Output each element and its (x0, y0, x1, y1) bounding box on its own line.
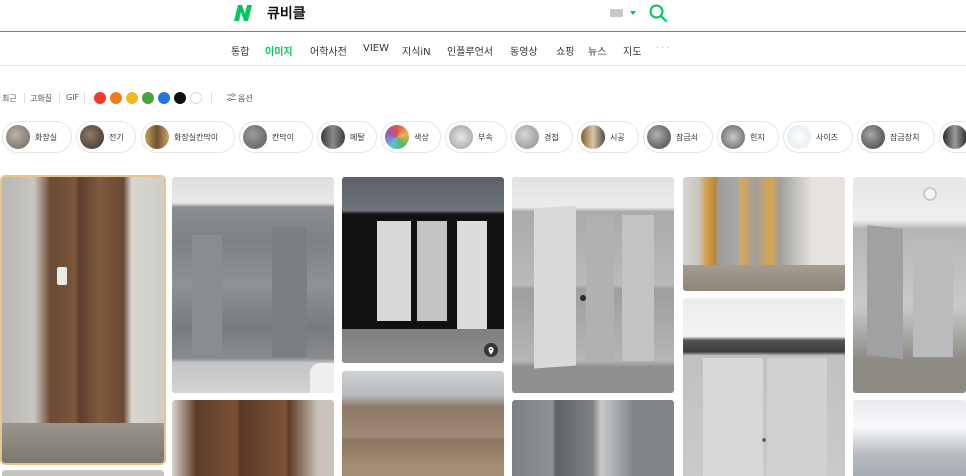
tab-total[interactable]: 통합 (231, 43, 249, 58)
image-result-white-cubicle[interactable] (683, 298, 845, 476)
options-icon[interactable] (227, 93, 236, 102)
color-filter-yellow[interactable] (126, 92, 138, 104)
chip-label: 화장실칸막이 (174, 133, 219, 142)
chip-label: 시공 (610, 133, 625, 142)
naver-logo-icon[interactable] (232, 3, 254, 23)
color-filter-white[interactable] (190, 92, 202, 104)
image-result-wood-cubicle-3[interactable] (342, 371, 504, 476)
search-icon[interactable] (648, 3, 668, 23)
image-result-partial-cubicle[interactable] (853, 400, 966, 476)
chip-thumbnail (243, 125, 267, 149)
chip-label: 색상 (414, 133, 429, 142)
chip-label: 부속 (478, 133, 493, 142)
chip-thumbnail (943, 125, 966, 149)
chip-lock[interactable]: 잠금장치 (857, 121, 935, 153)
tab-images[interactable]: 이미지 (265, 43, 293, 58)
chip-thumbnail (515, 125, 539, 149)
chip-label: 경첩 (544, 133, 559, 142)
color-filter-red[interactable] (94, 92, 106, 104)
tab-more-button[interactable]: ··· (656, 43, 672, 54)
image-result-wood-cubicle-2[interactable] (172, 400, 334, 476)
chip-label: 사이즈 (816, 133, 839, 142)
tab-influencer[interactable]: 인플루언서 (447, 43, 493, 58)
chip-thumbnail (80, 125, 104, 149)
image-result-gray-cubicle-4[interactable] (853, 177, 966, 393)
location-pin-icon (484, 343, 498, 357)
chip-label: 힌지 (750, 133, 765, 142)
image-result-dark-cubicle[interactable] (342, 177, 504, 363)
search-tabs: 통합 이미지 어학사전 VIEW 지식iN 인플루언서 동영상 쇼핑 뉴스 지도… (0, 33, 966, 66)
chip-thumbnail (449, 125, 473, 149)
chip-latch[interactable]: 잠금쇠 (643, 121, 713, 153)
chip-electric[interactable]: 전기 (76, 121, 136, 153)
filter-recent[interactable]: 최근 (2, 93, 17, 104)
filter-hd[interactable]: 고화질 (30, 93, 52, 104)
chevron-down-icon[interactable] (630, 11, 636, 15)
chip-label: 잠금쇠 (676, 133, 699, 142)
image-result-partial-1[interactable] (2, 470, 164, 476)
chip-metal[interactable]: 메탈 (317, 121, 377, 153)
image-result-gray-cubicle-1[interactable] (172, 177, 334, 393)
search-header: 큐비클 (0, 0, 966, 32)
chip-label: 전기 (109, 133, 124, 142)
divider (84, 93, 85, 103)
image-result-wood-cubicle-1[interactable] (2, 177, 164, 463)
color-filter-green[interactable] (142, 92, 154, 104)
search-query[interactable]: 큐비클 (267, 3, 306, 23)
chip-color[interactable]: 색상 (381, 121, 441, 153)
filter-bar: 최근 고화질 GIF 옵션 (0, 88, 966, 108)
image-result-gray-cubicle-2[interactable] (512, 177, 674, 393)
tab-dictionary[interactable]: 어학사전 (310, 43, 347, 58)
tab-map[interactable]: 지도 (623, 43, 641, 58)
chip-thumbnail (321, 125, 345, 149)
chip-install[interactable]: 시공 (577, 121, 639, 153)
chip-restroom[interactable]: 화장실 (2, 121, 72, 153)
tab-news[interactable]: 뉴스 (588, 43, 606, 58)
divider (24, 93, 25, 103)
chip-thumbnail (647, 125, 671, 149)
color-filter-blue[interactable] (158, 92, 170, 104)
chip-thumbnail (385, 125, 409, 149)
tab-view[interactable]: VIEW (363, 43, 389, 54)
tab-video[interactable]: 동영상 (510, 43, 538, 58)
image-result-yellow-wood-cubicle[interactable] (683, 177, 845, 291)
chip-parts[interactable]: 부속 (445, 121, 507, 153)
chip-thumbnail (6, 125, 30, 149)
chip-thumbnail (145, 125, 169, 149)
image-results-grid (0, 163, 966, 476)
chip-thumbnail (721, 125, 745, 149)
chip-partition[interactable]: 칸막이 (239, 121, 313, 153)
chip-hinge[interactable]: 힌지 (717, 121, 779, 153)
chip-label: 잠금장치 (890, 133, 920, 142)
divider (211, 93, 212, 103)
chip-label: 화장실 (35, 133, 58, 142)
tab-kin[interactable]: 지식iN (402, 43, 431, 58)
related-keyword-chips: 화장실 전기 화장실칸막이 칸막이 메탈 색상 부속 경첩 시공 잠금쇠 힌지 (0, 121, 966, 155)
chip-thumbnail (861, 125, 885, 149)
filter-options[interactable]: 옵션 (238, 93, 253, 104)
chip-thumbnail (581, 125, 605, 149)
image-result-gray-cubicle-3[interactable] (512, 400, 674, 476)
chip-hinge-kyeongcheop[interactable]: 경첩 (511, 121, 573, 153)
keyboard-icon[interactable] (610, 9, 623, 17)
chip-label: 메탈 (350, 133, 365, 142)
chip-label: 칸막이 (272, 133, 295, 142)
chip-thumbnail (787, 125, 811, 149)
color-filter-black[interactable] (174, 92, 186, 104)
chip-partial[interactable] (939, 121, 966, 153)
divider (59, 93, 60, 103)
color-filter-orange[interactable] (110, 92, 122, 104)
tab-shopping[interactable]: 쇼핑 (556, 43, 574, 58)
chip-size[interactable]: 사이즈 (783, 121, 853, 153)
chip-restroom-partition[interactable]: 화장실칸막이 (141, 121, 235, 153)
filter-gif[interactable]: GIF (66, 93, 79, 102)
